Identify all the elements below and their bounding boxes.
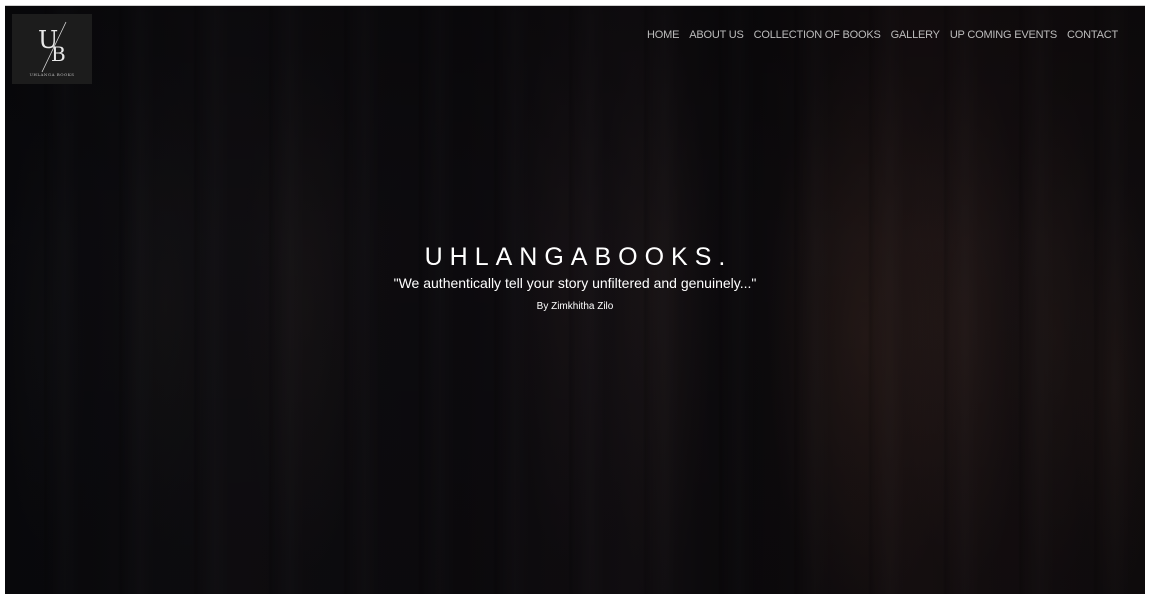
logo-caption: UHLANGA BOOKS xyxy=(29,72,75,77)
page-frame: U B UHLANGA BOOKS HOME ABOUT US COLLECTI… xyxy=(5,5,1145,594)
hero-content: UHLANGABOOKS. "We authentically tell you… xyxy=(5,242,1145,313)
nav-item-gallery[interactable]: GALLERY xyxy=(891,29,940,41)
nav-item-collection-of-books[interactable]: COLLECTION OF BOOKS xyxy=(754,29,881,41)
nav-item-upcoming-events[interactable]: UP COMING EVENTS xyxy=(950,29,1057,41)
hero-author: By Zimkhitha Zilo xyxy=(536,301,614,312)
site-logo[interactable]: U B UHLANGA BOOKS xyxy=(12,14,92,84)
hero-title: UHLANGABOOKS. xyxy=(424,243,733,271)
nav-item-contact[interactable]: CONTACT xyxy=(1067,29,1118,41)
nav-item-home[interactable]: HOME xyxy=(647,29,679,41)
hero-tagline: "We authentically tell your story unfilt… xyxy=(393,275,757,291)
logo-letter-b: B xyxy=(51,42,66,66)
main-nav: HOME ABOUT US COLLECTION OF BOOKS GALLER… xyxy=(647,29,1118,41)
nav-item-about-us[interactable]: ABOUT US xyxy=(689,29,744,41)
